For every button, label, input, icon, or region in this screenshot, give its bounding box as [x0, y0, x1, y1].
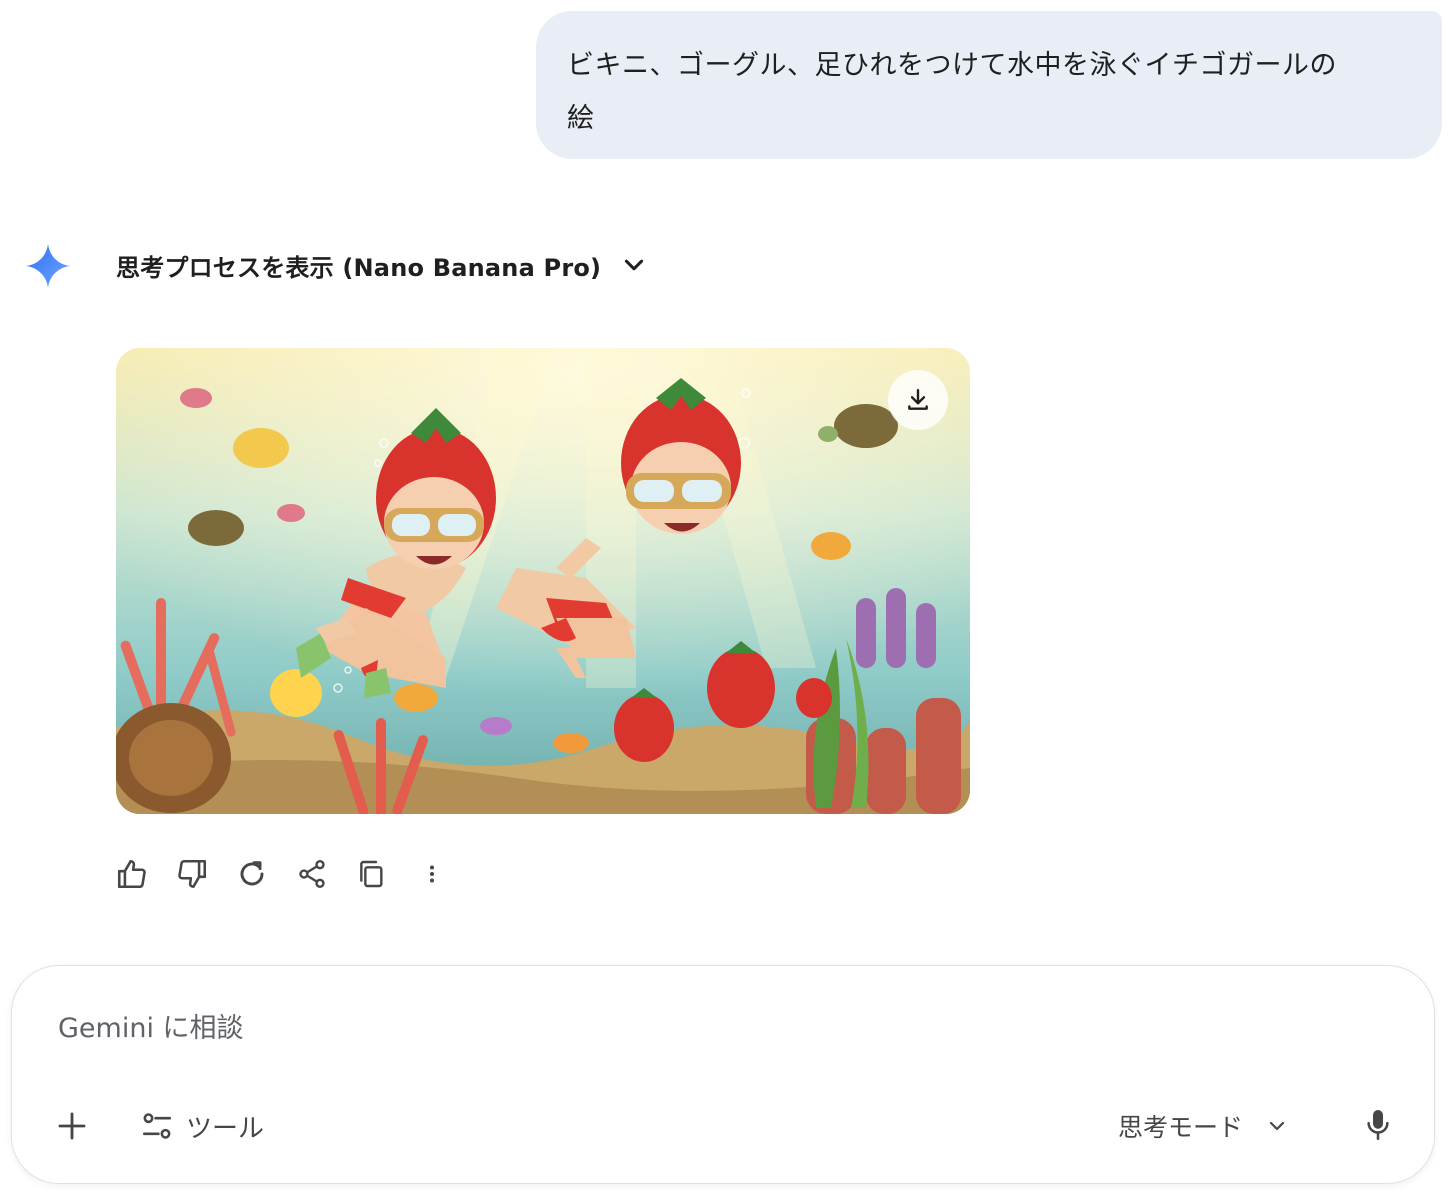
prompt-input[interactable] [56, 1002, 1360, 1054]
share-button[interactable] [292, 852, 332, 896]
chevron-down-icon [625, 259, 644, 271]
chat-page: ビキニ、ゴーグル、足ひれをつけて水中を泳ぐイチゴガールの 絵 思考プロセスを表示… [0, 0, 1452, 1196]
tools-icon [142, 1113, 172, 1139]
more-options-button[interactable] [412, 852, 452, 896]
generated-image[interactable] [116, 348, 970, 814]
download-icon [908, 389, 928, 410]
tools-label: ツール [186, 1113, 265, 1144]
more-vert-icon [430, 865, 434, 883]
prompt-composer: ツール 思考モード [11, 965, 1435, 1184]
gemini-sparkle-icon [26, 244, 70, 288]
copy-button[interactable] [352, 852, 392, 896]
regenerate-icon [240, 861, 264, 886]
thinking-toggle-label: 思考プロセスを表示 (Nano Banana Pro) [116, 253, 602, 282]
user-message-bubble: ビキニ、ゴーグル、足ひれをつけて水中を泳ぐイチゴガールの 絵 [536, 11, 1442, 159]
chevron-down-icon [1269, 1121, 1285, 1131]
tools-button[interactable]: ツール [140, 1102, 264, 1150]
regenerate-button[interactable] [232, 852, 272, 896]
microphone-button[interactable] [1354, 1100, 1402, 1150]
underwater-strawberry-illustration [116, 348, 970, 814]
response-actions [112, 852, 472, 896]
download-image-button[interactable] [888, 370, 948, 430]
add-attachment-button[interactable] [48, 1102, 96, 1150]
thumbs-down-icon [178, 859, 207, 889]
mic-icon [1367, 1110, 1389, 1140]
model-avatar [24, 240, 72, 292]
good-response-button[interactable] [112, 852, 152, 896]
bad-response-button[interactable] [172, 852, 212, 896]
copy-icon [360, 860, 383, 888]
thinking-mode-selector[interactable]: 思考モード [1118, 1102, 1289, 1150]
show-thinking-toggle[interactable]: 思考プロセスを表示 (Nano Banana Pro) [116, 245, 647, 285]
thinking-mode-label: 思考モード [1118, 1113, 1244, 1142]
thumbs-up-icon [117, 859, 146, 889]
plus-icon [58, 1112, 86, 1140]
share-icon [299, 860, 325, 888]
